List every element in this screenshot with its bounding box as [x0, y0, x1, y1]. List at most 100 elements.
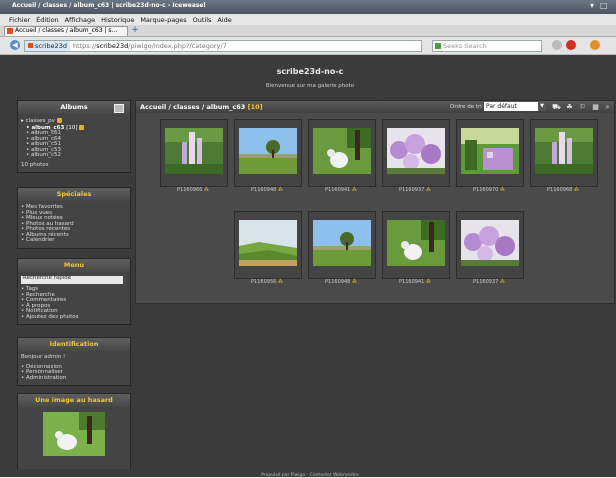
- random-image-picture: [43, 412, 105, 456]
- identification-panel: Identification Bonjour admin ! • Déconne…: [17, 337, 131, 386]
- thumbnail[interactable]: [234, 211, 302, 279]
- search-input[interactable]: Seeks Search: [432, 40, 542, 52]
- thumbnail-image[interactable]: [313, 128, 371, 174]
- thumbnail[interactable]: [456, 211, 524, 279]
- thumbnail-image[interactable]: [239, 128, 297, 174]
- cart-icon[interactable]: ⛟: [552, 103, 561, 111]
- thumbnail-image[interactable]: [239, 220, 297, 266]
- thumbnail-label: P1160941: [325, 187, 351, 193]
- content-header: Accueil / classes / album_c63 [10] Ordre…: [136, 101, 614, 113]
- albums-view-icon[interactable]: [114, 104, 124, 113]
- album-count: [10]: [66, 124, 78, 131]
- piwigo-favicon-icon: [7, 28, 13, 34]
- search-placeholder: Seeks Search: [443, 42, 487, 50]
- site-identity-label: scribe23d: [35, 42, 67, 50]
- thumbnail-label: P1160948: [251, 187, 277, 193]
- tab-title: Accueil / classes / album_c63 | s...: [15, 27, 118, 34]
- sort-select[interactable]: Par défaut ▼: [484, 102, 546, 111]
- comments-icon: ⁂: [498, 279, 505, 285]
- thumbnail-caption[interactable]: P1160948 ⁂: [301, 279, 381, 285]
- thumbnail-image[interactable]: [461, 220, 519, 266]
- calendar-icon[interactable]: ▦: [591, 103, 600, 111]
- albums-header-label: Albums: [60, 103, 88, 111]
- speciales-header: Spéciales: [18, 188, 130, 201]
- comments-icon: ⁂: [424, 279, 431, 285]
- gallery-content: Accueil / classes / album_c63 [10] Ordre…: [135, 100, 615, 304]
- random-image-panel: Une image au hasard: [17, 393, 131, 469]
- speciales-item-label: Calendrier: [26, 237, 55, 243]
- menu-edition[interactable]: Édition: [36, 16, 59, 24]
- site-identity-button[interactable]: scribe23d: [25, 41, 70, 51]
- thumbnail-caption[interactable]: P1160956 ⁂: [227, 279, 307, 285]
- thumbnail[interactable]: [234, 119, 302, 187]
- thumbnail[interactable]: [530, 119, 598, 187]
- people-icon[interactable]: ☘: [565, 103, 574, 111]
- footer: Propulsé par Piwigo - Contacter Webmestr…: [261, 473, 359, 478]
- breadcrumb[interactable]: Accueil / classes / album_c63 [10]: [140, 103, 263, 111]
- maximize-icon[interactable]: □: [600, 1, 608, 10]
- speciales-item[interactable]: • Calendrier: [21, 237, 127, 244]
- window-title: Accueil / classes / album_c63 | scribe23…: [12, 2, 206, 9]
- thumbnail[interactable]: [456, 119, 524, 187]
- thumbnail-label: P1160937: [473, 279, 499, 285]
- thumbnail-caption[interactable]: P1160941 ⁂: [375, 279, 455, 285]
- thumbnail-caption[interactable]: P1160970 ⁂: [449, 187, 529, 193]
- thumbnail-caption[interactable]: P1160937 ⁂: [449, 279, 529, 285]
- thumbnail-caption[interactable]: P1160937 ⁂: [375, 187, 455, 193]
- search-engine-icon[interactable]: [435, 43, 441, 49]
- thumbnail-image[interactable]: [165, 128, 223, 174]
- menu-historique[interactable]: Historique: [101, 16, 134, 24]
- sort-select-value: Par défaut: [486, 103, 517, 110]
- albums-header: Albums: [18, 101, 130, 114]
- menu-affichage[interactable]: Affichage: [65, 16, 96, 24]
- menu-panel: Menu Recherche rapide • Tags • Recherche…: [17, 258, 131, 325]
- menu-fichier[interactable]: Fichier: [9, 16, 30, 24]
- tab-active[interactable]: Accueil / classes / album_c63 | s...: [4, 26, 128, 36]
- tab-bar: Accueil / classes / album_c63 | s... +: [0, 25, 616, 37]
- thumbnail-label: P1160956: [251, 279, 277, 285]
- thumbnail-caption[interactable]: P1160948 ⁂: [227, 187, 307, 193]
- menu-outils[interactable]: Outils: [193, 16, 212, 24]
- slideshow-icon[interactable]: ⚐: [578, 103, 587, 111]
- speciales-panel: Spéciales • Mes favorites • Plus vues • …: [17, 187, 131, 249]
- thumbnail[interactable]: [382, 119, 450, 187]
- navigation-bar: ◀ scribe23d https://scribe23d/piwigo/inde…: [0, 37, 616, 55]
- thumbnail-image[interactable]: [387, 220, 445, 266]
- identification-item[interactable]: • Administration: [21, 374, 127, 382]
- quick-search-input[interactable]: Recherche rapide: [21, 275, 123, 284]
- menu-item[interactable]: • Ajoutez des photos: [21, 314, 127, 321]
- thumbnail-label: P1160941: [399, 279, 425, 285]
- search-icon[interactable]: ⌕: [603, 103, 612, 111]
- thumbnail-image[interactable]: [387, 128, 445, 174]
- thumbnail-image[interactable]: [461, 128, 519, 174]
- thumbnail-label: P1160937: [399, 187, 425, 193]
- minimize-icon[interactable]: ▾: [590, 1, 594, 10]
- comments-icon: ⁂: [350, 187, 357, 193]
- thumbnail-label: P1160966: [177, 187, 203, 193]
- thumbnail[interactable]: [382, 211, 450, 279]
- site-favicon-icon: [28, 43, 33, 48]
- thumbnail-caption[interactable]: P1160966 ⁂: [153, 187, 233, 193]
- comments-icon: ⁂: [276, 279, 283, 285]
- puzzle-icon[interactable]: [552, 40, 562, 50]
- thumbnail[interactable]: [160, 119, 228, 187]
- adblock-icon[interactable]: [566, 40, 576, 50]
- thumbnail-caption[interactable]: P1160941 ⁂: [301, 187, 381, 193]
- albums-body: ▸ classes_pv • album_c63 [10] • album_c6…: [18, 114, 130, 172]
- back-arrow-icon[interactable]: ◀: [10, 40, 20, 50]
- identification-item-label: Administration: [26, 374, 67, 381]
- menu-body: Recherche rapide • Tags • Recherche • Co…: [18, 272, 130, 324]
- thumbnail[interactable]: [308, 119, 376, 187]
- thumbnail-image[interactable]: [313, 220, 371, 266]
- rss-icon: [79, 124, 85, 130]
- address-bar[interactable]: scribe23d https://scribe23d/piwigo/index.…: [24, 40, 422, 52]
- thumbnail-caption[interactable]: P1160968 ⁂: [523, 187, 603, 193]
- random-image[interactable]: [43, 412, 105, 456]
- thumbnail-image[interactable]: [535, 128, 593, 174]
- menu-aide[interactable]: Aide: [217, 16, 231, 24]
- menu-marque-pages[interactable]: Marque-pages: [140, 16, 186, 24]
- thumbnail[interactable]: [308, 211, 376, 279]
- random-image-header: Une image au hasard: [18, 394, 130, 407]
- new-tab-icon[interactable]: +: [129, 26, 141, 35]
- addon-icon[interactable]: [590, 40, 600, 50]
